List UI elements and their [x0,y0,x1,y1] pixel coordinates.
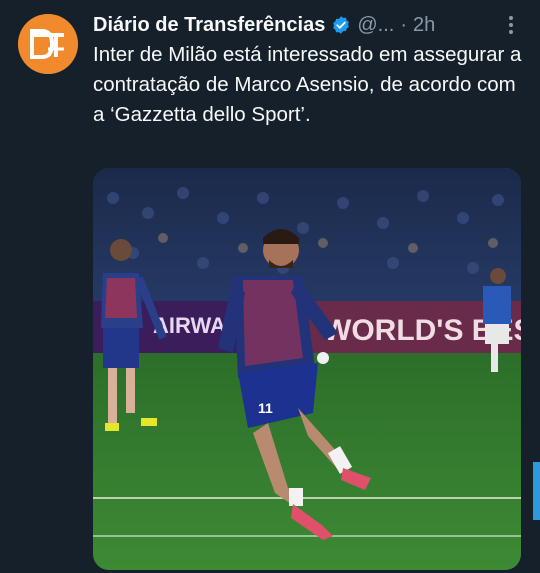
tweet-text: Inter de Milão está interessado em asseg… [93,43,522,126]
shirt-number: 11 [258,400,273,416]
avatar[interactable]: DT [18,14,78,74]
more-options-icon[interactable] [500,14,522,36]
verified-badge-icon [333,16,350,34]
author-name[interactable]: Diário de Transferências [93,14,325,37]
tweet-media-image[interactable]: AIRWAY WORLD'S BEST [93,168,521,570]
tweet-card[interactable]: DT Diário de Transferências @... · 2h In… [0,0,540,573]
author-handle[interactable]: @... [357,14,394,37]
scrollbar[interactable] [533,462,540,520]
tweet-header: Diário de Transferências @... · 2h [93,12,435,38]
tweet-timestamp[interactable]: 2h [413,14,435,37]
separator-dot: · [400,13,407,36]
